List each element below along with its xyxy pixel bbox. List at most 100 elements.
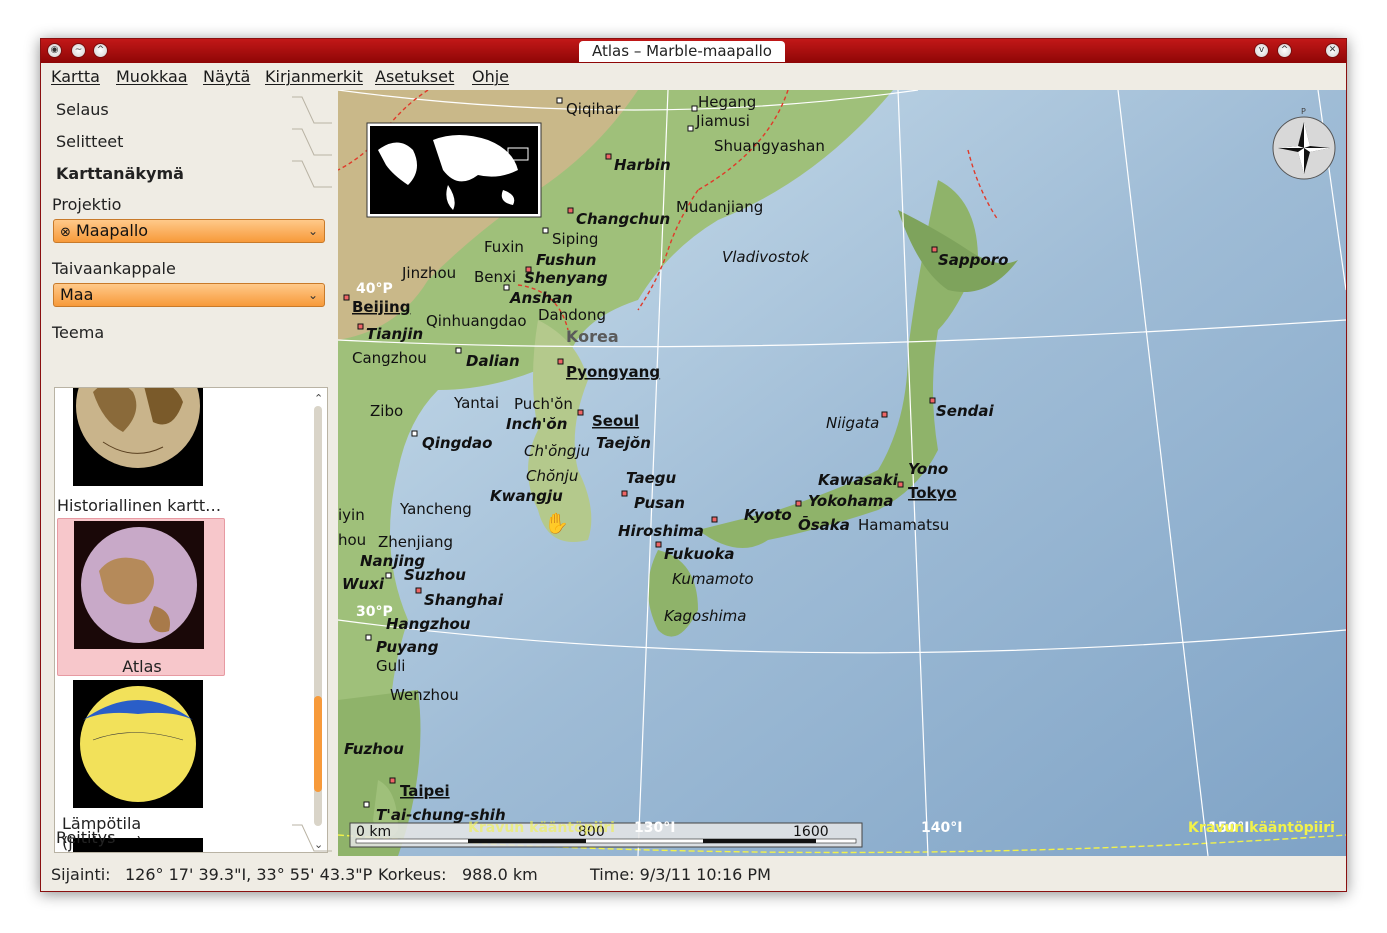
menu-ohje[interactable]: Ohje	[472, 67, 509, 86]
tab-selitteet-edge	[292, 128, 332, 156]
city-yancheng[interactable]: Yancheng	[399, 500, 472, 518]
theme-scrollbar[interactable]: ⌃ ⌄	[311, 390, 325, 851]
menu-kirjanmerkit[interactable]: Kirjanmerkit	[265, 67, 363, 86]
maximize-icon[interactable]: ^	[1277, 43, 1292, 58]
theme-atlas-label: Atlas	[122, 657, 162, 676]
menu-asetukset[interactable]: Asetukset	[375, 67, 454, 86]
theme-historical[interactable]: Historiallinen kartt…	[57, 388, 225, 516]
city-harbin[interactable]: Harbin	[614, 156, 671, 174]
city-inchon[interactable]: Inch'ŏn	[506, 415, 567, 433]
city-taichung[interactable]: T'ai-chung-shih	[376, 806, 506, 824]
city-yantai[interactable]: Yantai	[453, 394, 499, 412]
city-fuzhou[interactable]: Fuzhou	[344, 740, 404, 758]
city-hegang[interactable]: Hegang	[698, 93, 756, 111]
city-hamamatsu[interactable]: Hamamatsu	[858, 516, 949, 534]
city-taipei[interactable]: Taipei	[400, 782, 450, 800]
theme-label: Teema	[52, 323, 105, 342]
city-anshan[interactable]: Anshan	[509, 289, 573, 307]
city-vladivostok[interactable]: Vladivostok	[722, 248, 810, 266]
tab-selitteet-label: Selitteet	[56, 132, 124, 151]
city-taegu[interactable]: Taegu	[626, 469, 676, 487]
theme-atlas[interactable]: Atlas	[57, 518, 225, 676]
keep-above-icon[interactable]: ^	[93, 43, 108, 58]
city-taejon[interactable]: Taejŏn	[596, 434, 651, 452]
close-icon[interactable]: ✕	[1325, 43, 1340, 58]
city-shuangyashan[interactable]: Shuangyashan	[714, 137, 825, 155]
country-korea[interactable]: Korea	[566, 327, 619, 346]
city-puchon[interactable]: Puch'ŏn	[514, 395, 573, 413]
city-fushun[interactable]: Fushun	[536, 251, 596, 269]
city-zhenjiang[interactable]: Zhenjiang	[378, 533, 453, 551]
theme-temperature[interactable]: Lämpötila (joulukuu)	[57, 678, 225, 852]
menu-nayta[interactable]: Näytä	[203, 67, 250, 86]
city-qiqihar[interactable]: Qiqihar	[566, 100, 621, 118]
shade-icon[interactable]: ~	[71, 43, 86, 58]
celestial-select[interactable]: Maa ⌄	[53, 283, 325, 307]
menu-kartta[interactable]: Kartta	[51, 67, 100, 86]
city-mudanjiang[interactable]: Mudanjiang	[676, 198, 763, 216]
city-jiamusi[interactable]: Jiamusi	[695, 112, 750, 130]
city-guli[interactable]: Guli	[376, 657, 405, 675]
city-sendai[interactable]: Sendai	[936, 402, 995, 420]
city-cangzhou[interactable]: Cangzhou	[352, 349, 427, 367]
city-pyongyang[interactable]: Pyongyang	[566, 363, 660, 381]
lon-130-label: 130°I	[634, 820, 675, 836]
map-view[interactable]: P 0 km 800 1600 40°P 30°P 130°I 140°I 15…	[338, 90, 1346, 856]
city-seoul[interactable]: Seoul	[592, 412, 639, 430]
city-benxi[interactable]: Benxi	[474, 268, 516, 286]
menu-muokkaa[interactable]: Muokkaa	[116, 67, 188, 86]
city-qingdao[interactable]: Qingdao	[422, 434, 492, 452]
city-hiroshima[interactable]: Hiroshima	[618, 522, 704, 540]
city-yono[interactable]: Yono	[908, 460, 948, 478]
city-kumamoto[interactable]: Kumamoto	[672, 570, 754, 588]
city-niigata[interactable]: Niigata	[826, 414, 879, 432]
historical-globe-thumb	[73, 388, 203, 486]
city-tokyo[interactable]: Tokyo	[908, 484, 957, 502]
city-yiyin[interactable]: iyin	[338, 506, 365, 524]
temperature-globe-thumb	[73, 680, 203, 808]
tropic-label-right: Kravun kääntöpiiri	[1188, 820, 1335, 836]
city-zibo[interactable]: Zibo	[370, 402, 403, 420]
city-changchun[interactable]: Changchun	[576, 210, 670, 228]
city-shanghai[interactable]: Shanghai	[424, 591, 504, 609]
projection-select[interactable]: ⊗ Maapallo ⌄	[53, 219, 325, 243]
city-tianjin[interactable]: Tianjin	[366, 325, 423, 343]
app-menu-icon[interactable]: ◉	[47, 43, 62, 58]
tab-selaus-label: Selaus	[56, 100, 109, 119]
city-fuxin[interactable]: Fuxin	[484, 238, 524, 256]
city-jinzhou[interactable]: Jinzhou	[401, 264, 456, 282]
city-chonju[interactable]: Chŏnju	[526, 467, 578, 485]
city-wenzhou[interactable]: Wenzhou	[390, 686, 459, 704]
tab-reititys[interactable]: Reititys	[46, 823, 332, 853]
city-wuxi[interactable]: Wuxi	[342, 575, 385, 593]
minimap[interactable]	[366, 122, 542, 218]
city-beijing[interactable]: Beijing	[352, 298, 410, 316]
city-osaka[interactable]: Ōsaka	[798, 514, 850, 534]
city-suzhou[interactable]: Suzhou	[404, 566, 466, 584]
city-chongju[interactable]: Ch'ŏngju	[524, 442, 590, 460]
city-hangzhou[interactable]: Hangzhou	[386, 615, 471, 633]
minimize-icon[interactable]: v	[1254, 43, 1269, 58]
city-sapporo[interactable]: Sapporo	[938, 251, 1008, 269]
city-puyang[interactable]: Puyang	[376, 638, 439, 656]
city-fukuoka[interactable]: Fukuoka	[664, 545, 735, 563]
position-value: 126° 17' 39.3"I, 33° 55' 43.3"P	[125, 865, 373, 884]
city-kyoto[interactable]: Kyoto	[744, 506, 792, 524]
city-siping[interactable]: Siping	[552, 230, 598, 248]
city-dalian[interactable]: Dalian	[466, 352, 520, 370]
tab-selaus[interactable]: Selaus	[46, 95, 332, 125]
city-kagoshima[interactable]: Kagoshima	[664, 607, 747, 625]
city-hou[interactable]: hou	[338, 531, 366, 549]
city-yokohama[interactable]: Yokohama	[808, 492, 894, 510]
theme-list[interactable]: Historiallinen kartt… Atlas Lämpötila ⌃ …	[54, 387, 328, 853]
city-kwangju[interactable]: Kwangju	[490, 487, 563, 505]
city-shenyang[interactable]: Shenyang	[524, 269, 608, 287]
city-qinhuangdao[interactable]: Qinhuangdao	[426, 312, 527, 330]
lon-140-label: 140°I	[921, 820, 962, 836]
tab-selitteet[interactable]: Selitteet	[46, 127, 332, 157]
city-kawasaki[interactable]: Kawasaki	[818, 471, 899, 489]
city-dandong[interactable]: Dandong	[538, 306, 606, 324]
tab-karttanakyma[interactable]: Karttanäkymä	[46, 159, 332, 189]
city-pusan[interactable]: Pusan	[634, 494, 685, 512]
projection-value: Maapallo	[76, 221, 149, 240]
